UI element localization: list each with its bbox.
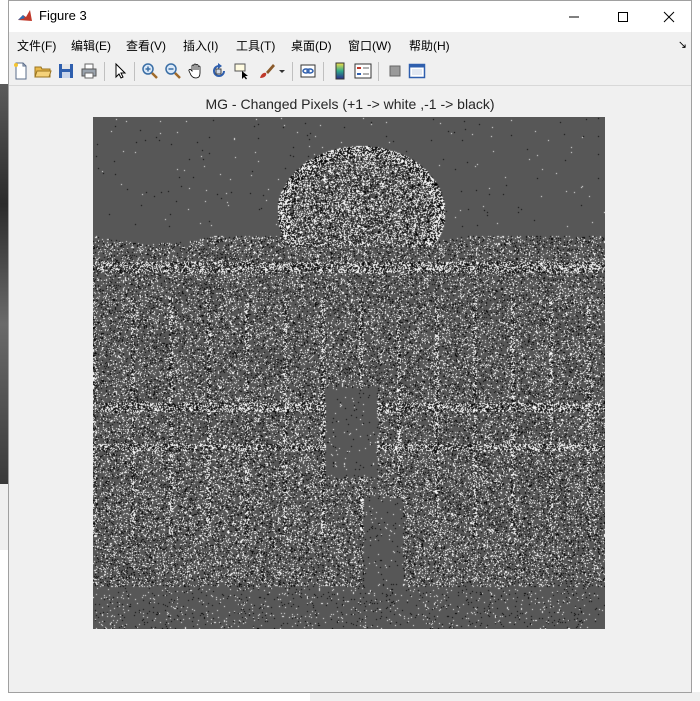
pointer-icon: [115, 62, 127, 79]
save-icon: [59, 64, 73, 78]
link-plot-button[interactable]: [298, 61, 318, 81]
menu-view[interactable]: 查看(V): [126, 37, 166, 54]
insert-legend-button[interactable]: [353, 61, 373, 81]
maximize-button[interactable]: [600, 1, 646, 32]
zoom-out-icon: [165, 63, 181, 79]
menu-tools[interactable]: 工具(T): [236, 37, 275, 54]
pan-hand-icon: [188, 63, 201, 79]
menu-bar: 文件(F) 编辑(E) 查看(V) 插入(I) 工具(T) 桌面(D) 窗口(W…: [9, 34, 691, 56]
changed-pixels-image[interactable]: [93, 117, 605, 629]
toolbar-separator: [292, 62, 293, 81]
print-button[interactable]: [79, 61, 99, 81]
toolbar-separator: [104, 62, 105, 81]
menu-help[interactable]: 帮助(H): [409, 37, 450, 54]
zoom-in-button[interactable]: [140, 61, 160, 81]
chevron-down-icon: [279, 70, 285, 73]
show-plot-tools-button[interactable]: [407, 61, 427, 81]
background-taskbar-edge: [310, 692, 700, 701]
insert-colorbar-button[interactable]: [330, 61, 350, 81]
minimize-button[interactable]: [551, 1, 597, 32]
print-icon: [81, 63, 97, 79]
toolbar-separator: [378, 62, 379, 81]
matlab-logo-icon: [17, 8, 33, 24]
brush-dropdown-button[interactable]: [277, 61, 287, 81]
hide-plot-tools-button[interactable]: [385, 61, 405, 81]
open-file-button[interactable]: [33, 61, 53, 81]
new-figure-icon: [14, 62, 27, 80]
menu-window[interactable]: 窗口(W): [348, 37, 391, 54]
pan-button[interactable]: [186, 61, 206, 81]
menu-insert[interactable]: 插入(I): [183, 37, 218, 54]
window-title: Figure 3: [39, 8, 87, 23]
zoom-in-icon: [142, 63, 158, 79]
changed-pixels-canvas[interactable]: [93, 117, 605, 629]
brush-button[interactable]: [257, 61, 277, 81]
brush-icon: [260, 64, 275, 78]
new-figure-button[interactable]: [11, 61, 31, 81]
menu-file[interactable]: 文件(F): [17, 37, 56, 54]
close-button[interactable]: [646, 1, 692, 32]
data-cursor-icon: [234, 63, 248, 80]
menu-edit[interactable]: 编辑(E): [71, 37, 111, 54]
data-cursor-button[interactable]: [232, 61, 252, 81]
hide-plot-tools-icon: [389, 65, 401, 77]
minimize-icon: [569, 16, 579, 17]
colorbar-icon: [335, 62, 345, 80]
rotate-3d-icon: [213, 63, 225, 77]
open-file-icon: [34, 66, 52, 78]
toolbar-separator: [323, 62, 324, 81]
figure-toolbar: [9, 58, 691, 86]
menu-desktop[interactable]: 桌面(D): [291, 37, 332, 54]
figure-window: Figure 3 文件(F) 编辑(E) 查看(V) 插入(I) 工具(T) 桌…: [8, 0, 692, 693]
show-plot-tools-icon: [408, 63, 426, 79]
menu-overflow-arrow[interactable]: ↘: [678, 38, 687, 51]
zoom-out-button[interactable]: [163, 61, 183, 81]
title-bar[interactable]: Figure 3: [9, 1, 691, 32]
rotate-3d-button[interactable]: [209, 61, 229, 81]
legend-icon: [354, 63, 372, 79]
close-icon: [663, 11, 675, 22]
edit-plot-button[interactable]: [110, 61, 130, 81]
plot-title: MG - Changed Pixels (+1 -> white ,-1 -> …: [205, 96, 495, 112]
save-button[interactable]: [56, 61, 76, 81]
maximize-icon: [618, 11, 628, 22]
toolbar-separator: [134, 62, 135, 81]
link-plot-icon: [300, 64, 316, 78]
